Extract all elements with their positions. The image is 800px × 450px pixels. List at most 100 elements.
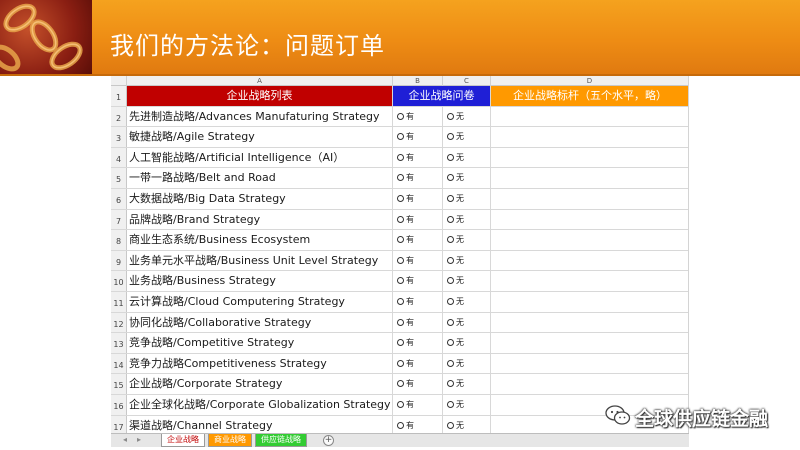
benchmark-cell[interactable] [491, 230, 688, 250]
radio-yes[interactable] [397, 401, 404, 408]
benchmark-cell[interactable] [491, 271, 688, 291]
option-no-cell[interactable]: 无 [443, 395, 491, 415]
header-cell-benchmark[interactable]: 企业战略标杆（五个水平，略） [491, 86, 688, 106]
spreadsheet[interactable]: A B C D 1 企业战略列表 企业战略问卷 企业战略标杆（五个水平，略） 2… [111, 76, 689, 433]
option-yes-cell[interactable]: 有 [393, 230, 443, 250]
option-no-cell[interactable]: 无 [443, 353, 491, 374]
strategy-name-cell[interactable]: 业务战略/Business Strategy [127, 271, 393, 291]
strategy-name-cell[interactable]: 一带一路战略/Belt and Road [127, 168, 393, 188]
radio-yes[interactable] [397, 133, 404, 141]
radio-yes[interactable] [397, 174, 404, 182]
row-number[interactable]: 13 [111, 333, 127, 353]
radio-yes[interactable] [397, 380, 404, 388]
option-yes-cell[interactable]: 有 [393, 292, 443, 312]
row-number[interactable]: 9 [111, 250, 127, 271]
prev-sheet-arrow[interactable]: ◂ [123, 435, 127, 444]
strategy-name-cell[interactable]: 渠道战略/Channel Strategy [127, 415, 393, 433]
option-no-cell[interactable]: 无 [443, 333, 491, 353]
option-no-cell[interactable]: 无 [443, 147, 491, 168]
benchmark-cell[interactable] [491, 210, 688, 230]
header-cell-questionnaire[interactable]: 企业战略问卷 [393, 86, 491, 106]
option-no-cell[interactable]: 无 [443, 168, 491, 188]
row-number[interactable]: 5 [111, 168, 127, 188]
row-number[interactable]: 4 [111, 147, 127, 168]
option-no-cell[interactable]: 无 [443, 209, 491, 230]
radio-no[interactable] [447, 112, 454, 120]
benchmark-cell[interactable] [491, 354, 688, 374]
radio-yes[interactable] [397, 153, 404, 161]
strategy-name-cell[interactable]: 人工智能战略/Artificial Intelligence（AI） [127, 147, 393, 168]
option-no-cell[interactable]: 无 [443, 312, 491, 333]
row-number[interactable]: 1 [111, 86, 127, 106]
benchmark-cell[interactable] [491, 251, 688, 271]
radio-no[interactable] [447, 359, 454, 367]
row-number[interactable]: 14 [111, 353, 127, 374]
select-all-corner[interactable] [111, 76, 127, 86]
option-yes-cell[interactable]: 有 [393, 395, 443, 415]
row-number[interactable]: 3 [111, 127, 127, 147]
radio-no[interactable] [447, 174, 454, 182]
row-number[interactable]: 2 [111, 106, 127, 127]
option-yes-cell[interactable]: 有 [393, 415, 443, 433]
option-yes-cell[interactable]: 有 [393, 209, 443, 230]
option-no-cell[interactable]: 无 [443, 230, 491, 250]
option-yes-cell[interactable]: 有 [393, 127, 443, 147]
radio-no[interactable] [447, 277, 454, 285]
option-yes-cell[interactable]: 有 [393, 250, 443, 271]
radio-yes[interactable] [397, 256, 404, 264]
row-number[interactable]: 15 [111, 374, 127, 394]
radio-no[interactable] [447, 380, 454, 388]
option-yes-cell[interactable]: 有 [393, 147, 443, 168]
strategy-name-cell[interactable]: 业务单元水平战略/Business Unit Level Strategy [127, 250, 393, 271]
option-yes-cell[interactable]: 有 [393, 106, 443, 127]
benchmark-cell[interactable] [491, 333, 688, 353]
row-number[interactable]: 6 [111, 189, 127, 209]
row-number[interactable]: 16 [111, 395, 127, 415]
option-yes-cell[interactable]: 有 [393, 189, 443, 209]
option-no-cell[interactable]: 无 [443, 189, 491, 209]
benchmark-cell[interactable] [491, 148, 688, 168]
header-cell-strategy-list[interactable]: 企业战略列表 [127, 86, 393, 106]
strategy-name-cell[interactable]: 先进制造战略/Advances Manufaturing Strategy [127, 106, 393, 127]
strategy-name-cell[interactable]: 品牌战略/Brand Strategy [127, 209, 393, 230]
radio-yes[interactable] [397, 112, 404, 120]
sheet-tab-3[interactable]: 供应链战略 [255, 434, 307, 447]
sheet-tab-2[interactable]: 商业战略 [208, 434, 252, 447]
strategy-name-cell[interactable]: 协同化战略/Collaborative Strategy [127, 312, 393, 333]
strategy-name-cell[interactable]: 竞争力战略Competitiveness Strategy [127, 353, 393, 374]
radio-yes[interactable] [397, 318, 404, 326]
radio-no[interactable] [447, 153, 454, 161]
radio-yes[interactable] [397, 236, 404, 244]
column-header-a[interactable]: A [127, 76, 393, 86]
option-yes-cell[interactable]: 有 [393, 271, 443, 291]
radio-no[interactable] [447, 236, 454, 244]
radio-no[interactable] [447, 195, 454, 202]
radio-yes[interactable] [397, 277, 404, 285]
radio-yes[interactable] [397, 215, 404, 223]
option-yes-cell[interactable]: 有 [393, 374, 443, 394]
row-number[interactable]: 8 [111, 230, 127, 250]
radio-no[interactable] [447, 133, 454, 141]
strategy-name-cell[interactable]: 竞争战略/Competitive Strategy [127, 333, 393, 353]
strategy-name-cell[interactable]: 大数据战略/Big Data Strategy [127, 189, 393, 209]
row-number[interactable]: 17 [111, 415, 127, 433]
row-number[interactable]: 11 [111, 292, 127, 312]
radio-yes[interactable] [397, 421, 404, 429]
radio-no[interactable] [447, 215, 454, 223]
benchmark-cell[interactable] [491, 189, 688, 209]
benchmark-cell[interactable] [491, 374, 688, 394]
radio-no[interactable] [447, 401, 454, 408]
strategy-name-cell[interactable]: 商业生态系统/Business Ecosystem [127, 230, 393, 250]
option-no-cell[interactable]: 无 [443, 106, 491, 127]
add-sheet-button[interactable]: + [323, 435, 334, 446]
radio-yes[interactable] [397, 298, 404, 305]
radio-no[interactable] [447, 339, 454, 347]
benchmark-cell[interactable] [491, 292, 688, 312]
benchmark-cell[interactable] [491, 168, 688, 188]
sheet-tab-1[interactable]: 企业战略 [161, 434, 205, 447]
option-no-cell[interactable]: 无 [443, 374, 491, 394]
benchmark-cell[interactable] [491, 127, 688, 147]
strategy-name-cell[interactable]: 云计算战略/Cloud Computering Strategy [127, 292, 393, 312]
radio-yes[interactable] [397, 195, 404, 202]
radio-yes[interactable] [397, 339, 404, 347]
